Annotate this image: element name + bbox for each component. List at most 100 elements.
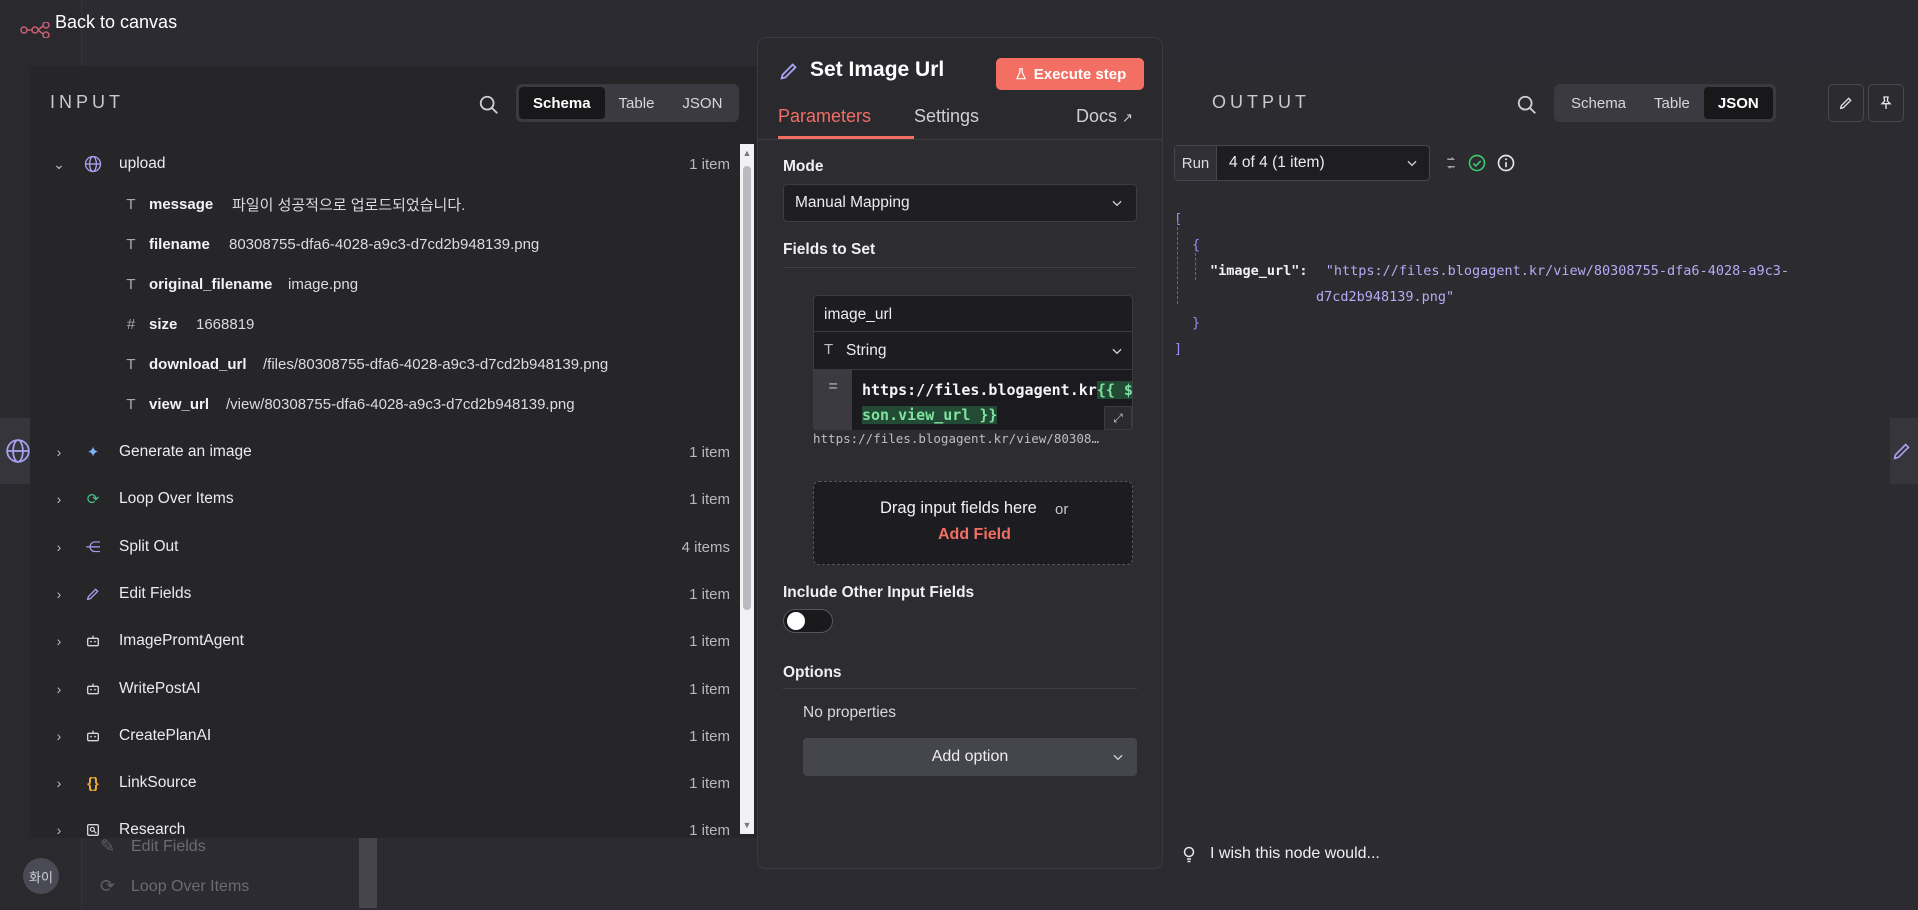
- include-other-fields-label: Include Other Input Fields: [783, 584, 975, 601]
- fields-to-set-label: Fields to Set: [783, 241, 876, 258]
- field-key: download_url: [149, 355, 247, 373]
- schema-field[interactable]: T message 파일이 성공적으로 업로드되었습니다.: [30, 186, 742, 222]
- tab-settings[interactable]: Settings: [914, 106, 979, 127]
- output-view-switch: Schema Table JSON: [1554, 84, 1776, 122]
- node-row[interactable]: › CreatePlanAI 1 item: [30, 716, 742, 756]
- tab-table[interactable]: Table: [605, 87, 669, 119]
- item-count: 1 item: [689, 727, 730, 745]
- node-name: Edit Fields: [119, 585, 192, 602]
- tab-docs[interactable]: Docs ↗: [1076, 106, 1133, 127]
- run-selector[interactable]: Run 4 of 4 (1 item): [1174, 145, 1430, 181]
- schema-field[interactable]: # size 1668819: [30, 306, 742, 342]
- add-field-button[interactable]: Add Field: [938, 526, 1011, 544]
- node-row-upload[interactable]: ⌄ upload 1 item: [30, 144, 742, 184]
- parameters-panel: Set Image Url Execute step Parameters Se…: [758, 38, 1162, 868]
- divider: [758, 139, 1162, 140]
- chevron-down-icon[interactable]: ⌄: [52, 156, 66, 172]
- loop-icon: ⟳: [86, 491, 100, 508]
- field-value: 파일이 성공적으로 업로드되었습니다.: [232, 196, 466, 214]
- add-option-button[interactable]: Add option: [803, 738, 1137, 776]
- node-row[interactable]: › WritePostAI 1 item: [30, 669, 742, 709]
- input-title: INPUT: [50, 92, 124, 112]
- scroll-thumb[interactable]: [743, 166, 751, 610]
- node-row[interactable]: › {} LinkSource 1 item: [30, 763, 742, 803]
- chevron-right-icon[interactable]: ›: [52, 539, 66, 555]
- tab-table[interactable]: Table: [1640, 87, 1704, 119]
- tab-json[interactable]: JSON: [668, 87, 736, 119]
- schema-field[interactable]: T filename 80308755-dfa6-4028-a9c3-d7cd2…: [30, 226, 742, 262]
- chevron-right-icon[interactable]: ›: [52, 775, 66, 791]
- string-type-icon: T: [824, 341, 834, 358]
- node-title[interactable]: Set Image Url: [810, 58, 944, 82]
- field-key: original_filename: [149, 275, 273, 293]
- tab-parameters[interactable]: Parameters: [778, 106, 871, 127]
- chevron-right-icon[interactable]: ›: [52, 491, 66, 507]
- expr-template: son.view_url }}: [862, 406, 998, 424]
- field-type-select[interactable]: T String: [814, 332, 1132, 370]
- item-count: 1 item: [689, 680, 730, 698]
- item-count: 1 item: [689, 443, 730, 461]
- scroll-up-icon[interactable]: ▲: [742, 148, 752, 158]
- search-icon[interactable]: [1516, 94, 1538, 116]
- pin-icon: [1880, 96, 1892, 109]
- pin-data-button[interactable]: [1868, 84, 1904, 122]
- node-row[interactable]: › Research 1 item: [30, 810, 742, 850]
- node-row[interactable]: › Edit Fields 1 item: [30, 574, 742, 614]
- schema-field[interactable]: T view_url /view/80308755-dfa6-4028-a9c3…: [30, 386, 742, 422]
- mode-select[interactable]: Manual Mapping: [783, 184, 1137, 222]
- execute-step-button[interactable]: Execute step: [996, 58, 1144, 90]
- drop-zone[interactable]: Drag input fields here or Add Field: [813, 481, 1133, 565]
- field-assignment: image_url T String = https://files.bloga…: [813, 295, 1133, 430]
- chevron-right-icon[interactable]: ›: [52, 444, 66, 460]
- tab-schema[interactable]: Schema: [519, 87, 605, 119]
- schema-field[interactable]: T download_url /files/80308755-dfa6-4028…: [30, 346, 742, 382]
- string-type-icon: T: [126, 195, 136, 213]
- tab-schema[interactable]: Schema: [1557, 87, 1640, 119]
- chevron-right-icon[interactable]: ›: [52, 633, 66, 649]
- chevron-right-icon[interactable]: ›: [52, 728, 66, 744]
- field-value-expression[interactable]: https://files.blogagent.kr{{ $j son.view…: [852, 370, 1132, 430]
- node-row[interactable]: › ⟳ Loop Over Items 1 item: [30, 479, 742, 519]
- input-scrollbar[interactable]: ▲ ▼: [740, 144, 754, 834]
- tab-json[interactable]: JSON: [1703, 87, 1773, 119]
- feedback-link[interactable]: I wish this node would...: [1210, 845, 1380, 863]
- output-node-tab[interactable]: [1886, 418, 1918, 484]
- item-count: 1 item: [689, 774, 730, 792]
- node-row[interactable]: › ✦ Generate an image 1 item: [30, 432, 742, 472]
- scroll-down-icon[interactable]: ▼: [742, 820, 752, 830]
- json-brace: {: [1192, 237, 1201, 253]
- braces-icon: {}: [87, 774, 99, 792]
- include-other-fields-toggle[interactable]: [783, 609, 833, 633]
- options-label: Options: [783, 664, 842, 681]
- json-bracket: [: [1174, 211, 1183, 227]
- node-row[interactable]: › ImagePromtAgent 1 item: [30, 621, 742, 661]
- chevron-right-icon[interactable]: ›: [52, 586, 66, 602]
- expand-editor-button[interactable]: ⤢: [1104, 406, 1132, 430]
- field-value: /files/80308755-dfa6-4028-a9c3-d7cd2b948…: [263, 355, 609, 373]
- pencil-icon: [1893, 443, 1910, 460]
- schema-field[interactable]: T original_filename image.png: [30, 266, 742, 302]
- search-icon[interactable]: [478, 94, 500, 116]
- info-icon[interactable]: [1496, 153, 1516, 173]
- chevron-right-icon[interactable]: ›: [52, 822, 66, 838]
- link-runs-icon[interactable]: [1442, 154, 1460, 172]
- divider: [783, 267, 1137, 268]
- edit-output-button[interactable]: [1828, 84, 1864, 122]
- chevron-right-icon[interactable]: ›: [52, 681, 66, 697]
- node-row[interactable]: › ⋲ Split Out 4 items: [30, 527, 742, 567]
- json-output: [ { "image_url": "https://files.blogagen…: [1174, 206, 1789, 362]
- expr-template: {{ $j: [1096, 381, 1132, 399]
- chevron-down-icon: [1407, 160, 1417, 167]
- n8n-logo-icon: [20, 22, 50, 38]
- avatar[interactable]: 화이: [23, 858, 59, 894]
- chevron-down-icon: [1113, 754, 1123, 761]
- research-icon: [80, 817, 106, 843]
- json-value: "https://files.blogagent.kr/view/8030875…: [1325, 263, 1789, 279]
- field-name-input[interactable]: image_url: [814, 296, 1132, 332]
- node-name: Generate an image: [119, 443, 252, 460]
- globe-icon: [80, 151, 106, 177]
- pencil-icon: [780, 63, 797, 80]
- item-count: 1 item: [689, 490, 730, 508]
- back-to-canvas-link[interactable]: Back to canvas: [55, 12, 177, 33]
- lightbulb-icon: [1183, 846, 1195, 863]
